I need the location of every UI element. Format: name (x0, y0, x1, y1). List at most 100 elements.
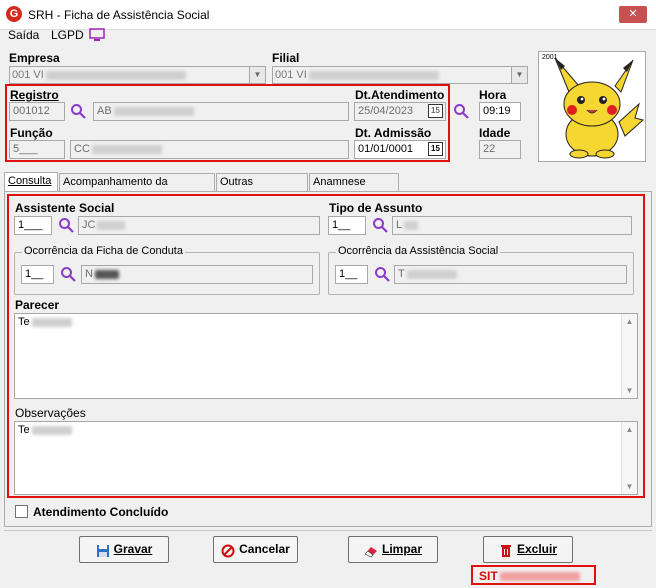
save-icon (96, 542, 110, 557)
search-tipo-assunto-icon[interactable] (372, 217, 388, 236)
status-text: SIT (479, 569, 580, 583)
scroll-down-icon[interactable]: ▼ (622, 479, 637, 494)
ocorrencia-assistencia-name-field: T (394, 265, 627, 284)
assistente-name-field: JC (78, 216, 320, 235)
chevron-down-icon[interactable]: ▼ (249, 67, 265, 83)
app-logo-icon: G (6, 6, 22, 22)
tab-acompanhamento[interactable]: Acompanhamento da Consulta (59, 173, 215, 204)
tab-consulta[interactable]: Consulta (4, 172, 58, 192)
ocorrencia-ficha-label: Ocorrência da Ficha de Conduta (22, 245, 185, 257)
ocorrencia-ficha-code-field[interactable]: 1__ (21, 265, 54, 284)
redacted-text (406, 269, 457, 279)
scroll-up-icon[interactable]: ▲ (622, 422, 637, 437)
search-registro-icon[interactable] (70, 103, 86, 122)
dt-admissao-label: Dt. Admissão (355, 126, 432, 140)
hora-field[interactable]: 09:19 (479, 102, 521, 121)
chevron-down-icon[interactable]: ▼ (511, 67, 527, 83)
parecer-scrollbar[interactable]: ▲ ▼ (621, 314, 637, 398)
ocorrencia-assistencia-name-value: T (398, 268, 405, 280)
redacted-text (31, 317, 72, 327)
observacoes-textarea[interactable]: Te ▲ ▼ (14, 421, 638, 495)
redacted-text (94, 269, 119, 279)
nome-value: AB (97, 105, 112, 117)
status-text-value: SIT (479, 569, 498, 583)
funcao-field[interactable]: 5___ (9, 140, 65, 159)
excluir-button[interactable]: Excluir (483, 536, 573, 563)
limpar-button[interactable]: Limpar (348, 536, 438, 563)
ocorrencia-assistencia-code-field[interactable]: 1__ (335, 265, 368, 284)
excluir-label: Excluir (516, 542, 558, 556)
empresa-value: 001 VI (12, 69, 44, 81)
trash-icon (499, 542, 513, 557)
redacted-text (97, 220, 126, 230)
menu-item-saida[interactable]: Saída (8, 28, 39, 42)
nome-field: AB (93, 102, 349, 121)
ocorrencia-ficha-name-value: N (85, 268, 93, 280)
dt-admissao-value: 01/01/0001 (358, 143, 414, 155)
idade-field: 22 (479, 140, 521, 159)
atendimento-concluido-checkbox[interactable] (15, 505, 28, 518)
menu-item-lgpd[interactable]: LGPD (51, 28, 84, 42)
ocorrencia-assistencia-label: Ocorrência da Assistência Social (336, 245, 501, 257)
calendar-icon[interactable]: 15 (428, 104, 443, 118)
dt-atendimento-field[interactable]: 25/04/2023 15 (354, 102, 446, 121)
assistente-name-value: JC (82, 219, 96, 231)
search-ocorrencia-ficha-icon[interactable] (60, 266, 76, 285)
limpar-label: Limpar (381, 542, 422, 556)
dt-atendimento-value: 25/04/2023 (358, 105, 414, 117)
observacoes-scrollbar[interactable]: ▲ ▼ (621, 422, 637, 494)
hora-label: Hora (479, 88, 507, 102)
tipo-assunto-name-value: L (396, 219, 403, 231)
photo-caption: 2001 (542, 54, 558, 61)
monitor-icon[interactable] (89, 28, 105, 45)
filial-value: 001 VI (275, 69, 307, 81)
ocorrencia-ficha-name-field: N (81, 265, 313, 284)
scroll-up-icon[interactable]: ▲ (622, 314, 637, 329)
close-button[interactable]: ✕ (619, 6, 647, 23)
dt-admissao-field[interactable]: 01/01/0001 15 (354, 140, 446, 159)
filial-label: Filial (272, 51, 300, 65)
gravar-button[interactable]: Gravar (79, 536, 169, 563)
redacted-text (113, 106, 194, 116)
empresa-label: Empresa (9, 51, 60, 65)
tipo-assunto-code-field[interactable]: 1__ (328, 216, 366, 235)
empresa-select[interactable]: 001 VI ▼ (9, 66, 266, 84)
atendimento-concluido-label: Atendimento Concluído (33, 505, 169, 519)
registro-label: Registro (10, 88, 59, 102)
gravar-label: Gravar (113, 542, 153, 556)
assistente-label: Assistente Social (15, 201, 115, 215)
tipo-assunto-label: Tipo de Assunto (329, 201, 423, 215)
tab-bar: Consulta Acompanhamento da Consulta Outr… (4, 172, 652, 204)
eraser-icon (364, 542, 378, 558)
tab-anamnese-social[interactable]: Anamnese Social (309, 173, 399, 204)
registro-field[interactable]: 001012 (9, 102, 65, 121)
cancel-icon (221, 542, 235, 558)
cancelar-button[interactable]: Cancelar (213, 536, 298, 563)
calendar-icon[interactable]: 15 (428, 142, 443, 156)
observacoes-label: Observações (15, 406, 86, 420)
parecer-label: Parecer (15, 298, 60, 312)
observacoes-text: Te (18, 424, 30, 436)
scroll-down-icon[interactable]: ▼ (622, 383, 637, 398)
funcao-desc-field: CC (70, 140, 349, 159)
filial-select[interactable]: 001 VI ▼ (272, 66, 528, 84)
redacted-text (499, 572, 580, 582)
redacted-text (308, 70, 439, 80)
funcao-label: Função (10, 126, 53, 140)
redacted-text (404, 220, 419, 230)
parecer-textarea[interactable]: Te ▲ ▼ (14, 313, 638, 399)
idade-label: Idade (479, 126, 511, 140)
redacted-text (31, 425, 72, 435)
tipo-assunto-name-field: L (392, 216, 632, 235)
dt-atendimento-label: Dt.Atendimento (355, 88, 445, 102)
search-ocorrencia-assistencia-icon[interactable] (374, 266, 390, 285)
funcao-desc-value: CC (74, 143, 90, 155)
tab-outras-consultas[interactable]: Outras Consultas (216, 173, 308, 204)
assistente-code-field[interactable]: 1___ (14, 216, 52, 235)
search-atendimento-icon[interactable] (453, 103, 469, 122)
cancelar-label: Cancelar (239, 542, 290, 556)
window-title: SRH - Ficha de Assistência Social (28, 8, 210, 22)
redacted-text (91, 144, 162, 154)
search-assistente-icon[interactable] (58, 217, 74, 236)
redacted-text (45, 70, 186, 80)
